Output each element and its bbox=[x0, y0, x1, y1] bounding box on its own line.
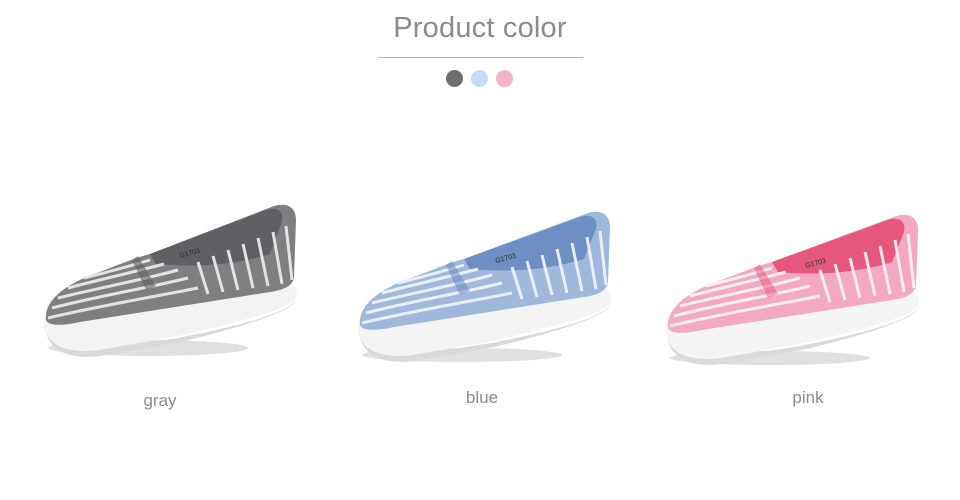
swatch-blue[interactable] bbox=[471, 70, 488, 87]
product-label-gray: gray bbox=[143, 391, 177, 410]
product-label-blue: blue bbox=[465, 388, 499, 407]
title-underline bbox=[378, 57, 583, 58]
product-label-pink: pink bbox=[792, 388, 824, 407]
swatch-pink[interactable] bbox=[496, 70, 513, 87]
swatch-gray[interactable] bbox=[446, 70, 463, 87]
page-title: Product color bbox=[393, 12, 567, 44]
shoe-image-blue: G1703 bbox=[357, 211, 611, 362]
color-swatches bbox=[446, 70, 516, 88]
shoe-image-gray: G1703 bbox=[43, 204, 297, 357]
shoe-image-pink: G1703 bbox=[665, 214, 919, 365]
